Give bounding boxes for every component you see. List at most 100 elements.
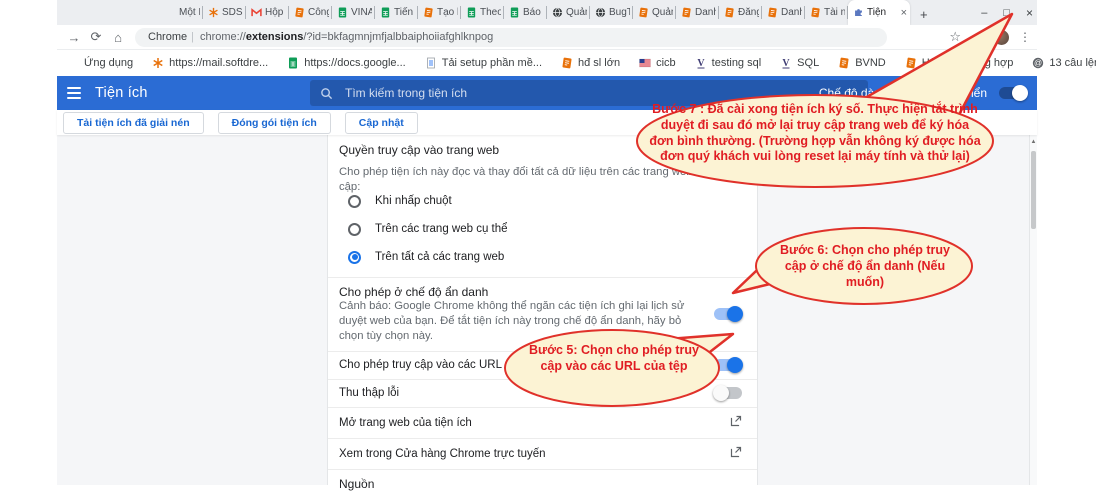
- browser-tab[interactable]: Theo d: [461, 0, 504, 25]
- url-host: extensions: [246, 31, 303, 43]
- browser-tab[interactable]: Công ty: [289, 0, 332, 25]
- invoice-icon: [681, 7, 692, 18]
- profile-avatar[interactable]: [994, 30, 1009, 45]
- sheets-icon: [509, 7, 520, 18]
- browser-tab[interactable]: Hộp th: [246, 0, 289, 25]
- bookmark-item[interactable]: BVND: [838, 57, 886, 69]
- detail-card: Quyền truy cập vào trang web Cho phép ti…: [328, 135, 758, 485]
- site-access-option[interactable]: Trên các trang web cụ thể: [328, 215, 757, 243]
- restore-button[interactable]: □: [1003, 7, 1010, 19]
- extension-detail-content: Quyền truy cập vào trang web Cho phép ti…: [57, 135, 1037, 485]
- bookmark-item[interactable]: @ 13 câu lệnh SQL qu...: [1032, 57, 1096, 69]
- sheets-icon: [287, 57, 299, 69]
- bookmark-item[interactable]: https://mail.softdre...: [152, 57, 268, 69]
- error-collection-label: Thu thập lỗi: [339, 387, 399, 399]
- extensions-search[interactable]: [310, 80, 868, 106]
- minimize-button[interactable]: –: [981, 7, 987, 19]
- site-access-option[interactable]: Khi nhấp chuột: [328, 187, 757, 215]
- forward-icon[interactable]: →: [63, 30, 85, 45]
- browser-tab[interactable]: Tài ngu: [805, 0, 848, 25]
- invoice-icon: [724, 7, 735, 18]
- svg-text:V: V: [783, 58, 791, 69]
- radio-button-icon[interactable]: [348, 251, 361, 264]
- bookmark-item[interactable]: cicb: [639, 57, 676, 69]
- browser-tab[interactable]: Danh s: [762, 0, 805, 25]
- bookmark-item[interactable]: V testing sql: [695, 57, 762, 69]
- invoice-icon: [767, 7, 778, 18]
- radio-button-icon[interactable]: [348, 223, 361, 236]
- open-in-new-icon[interactable]: [730, 446, 742, 461]
- invoice-icon: [561, 57, 573, 69]
- error-collection-row: Thu thập lỗi: [328, 380, 757, 408]
- browser-tab[interactable]: Đăng n: [719, 0, 762, 25]
- browser-tab[interactable]: Một Bư: [160, 0, 203, 25]
- scrollbar[interactable]: ▲: [1029, 135, 1037, 485]
- browser-tab[interactable]: VINAFR: [332, 0, 375, 25]
- browser-tab[interactable]: Quản l: [547, 0, 590, 25]
- file-urls-label: Cho phép truy cập vào các URL của tệp: [339, 359, 543, 371]
- error-collection-toggle[interactable]: [714, 387, 742, 399]
- browser-tab[interactable]: BugTra: [590, 0, 633, 25]
- menu-hamburger-icon[interactable]: [67, 87, 81, 99]
- developer-mode-toggle[interactable]: [999, 87, 1027, 99]
- bookmark-item[interactable]: Ứng dụng: [67, 57, 133, 69]
- browser-tab[interactable]: Tạo hó: [418, 0, 461, 25]
- scrollbar-up-icon[interactable]: ▲: [1030, 139, 1037, 145]
- search-input[interactable]: [343, 85, 858, 101]
- incognito-title: Cho phép ở chế độ ẩn danh: [339, 285, 707, 299]
- new-tab-button[interactable]: +: [920, 8, 928, 21]
- update-button[interactable]: Cập nhật: [345, 112, 418, 134]
- sheets-icon: [466, 7, 477, 18]
- bookmark-star-icon[interactable]: ☆: [949, 29, 961, 45]
- bookmark-item[interactable]: Tải setup phần mề...: [425, 57, 542, 69]
- extensions-header: Tiện ích Chế độ dành cho nhà phát triển: [57, 76, 1037, 110]
- v-icon: V: [780, 57, 792, 69]
- home-icon[interactable]: ⌂: [107, 30, 129, 45]
- open-website-row[interactable]: Mở trang web của tiện ích: [328, 408, 757, 439]
- site-access-option[interactable]: Trên tất cả các trang web: [328, 243, 757, 271]
- invoice-icon: [905, 57, 917, 69]
- radio-button-icon[interactable]: [348, 195, 361, 208]
- browser-tab[interactable]: Quản l: [633, 0, 676, 25]
- none: [165, 7, 176, 18]
- developer-mode: Chế độ dành cho nhà phát triển: [819, 76, 1027, 110]
- close-button[interactable]: ×: [1026, 6, 1033, 20]
- view-in-store-label: Xem trong Cửa hàng Chrome trực tuyến: [339, 448, 546, 460]
- browser-tab[interactable]: Danh s: [676, 0, 719, 25]
- extensions-actions: Tải tiện ích đã giải nén Đóng gói tiện í…: [57, 110, 1037, 135]
- extension-faded-icon[interactable]: [971, 31, 984, 44]
- bookmark-item[interactable]: https://docs.google...: [287, 57, 406, 69]
- url-separator: |: [191, 31, 194, 43]
- toolbar-right: ☆ ⋮: [949, 29, 1031, 45]
- source-row: Nguồn Chrome Web Store: [328, 470, 757, 492]
- invoice-icon: [638, 7, 649, 18]
- browser-tab[interactable]: SDS We: [203, 0, 246, 25]
- load-unpacked-button[interactable]: Tải tiện ích đã giải nén: [63, 112, 204, 134]
- globe-icon: [595, 7, 606, 18]
- address-bar[interactable]: Chrome | chrome://extensions/?id=bkfagmn…: [135, 28, 887, 47]
- source-label: Nguồn: [339, 477, 742, 491]
- file-urls-toggle[interactable]: [714, 359, 742, 371]
- tab-close-icon[interactable]: ×: [901, 7, 907, 19]
- incognito-description: Cảnh báo: Google Chrome không thể ngăn c…: [339, 299, 707, 344]
- bookmark-item[interactable]: Hệ thống tổng hợp: [905, 57, 1014, 69]
- bookmarks-bar: Ứng dụng https://mail.softdre... https:/…: [57, 50, 1037, 76]
- invoice-icon: [838, 57, 850, 69]
- open-in-new-icon[interactable]: [730, 415, 742, 430]
- asterisk-icon: [152, 57, 164, 69]
- bookmark-item[interactable]: hđ sl lớn: [561, 57, 620, 69]
- incognito-toggle[interactable]: [714, 308, 742, 320]
- pack-extension-button[interactable]: Đóng gói tiện ích: [218, 112, 331, 134]
- detail-right-pane: [758, 135, 1029, 485]
- bookmark-item[interactable]: V SQL: [780, 57, 819, 69]
- browser-tab[interactable]: Tiến độ: [375, 0, 418, 25]
- url-query: /?id=bkfagmnjmfjalbbaiphoiiafghlknpog: [303, 31, 493, 43]
- search-icon: [320, 87, 333, 100]
- view-in-store-row[interactable]: Xem trong Cửa hàng Chrome trực tuyến: [328, 439, 757, 470]
- scrollbar-thumb[interactable]: [1031, 151, 1036, 229]
- reload-icon[interactable]: ⟳: [85, 29, 107, 45]
- chrome-menu-icon[interactable]: ⋮: [1019, 30, 1031, 44]
- invoice-icon: [423, 7, 434, 18]
- active-tab-extensions[interactable]: Tiện ×: [848, 0, 910, 25]
- browser-tab[interactable]: Báo cá: [504, 0, 547, 25]
